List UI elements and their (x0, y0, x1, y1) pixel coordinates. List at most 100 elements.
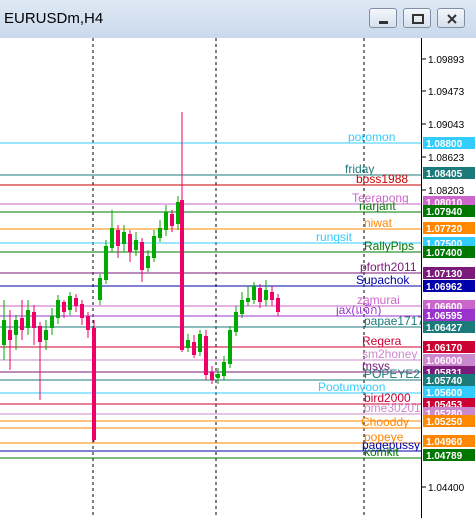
candle (186, 334, 190, 352)
svg-text:1.04789: 1.04789 (426, 451, 463, 462)
price-label-box: 1.05740 (423, 374, 475, 387)
candlestick-chart[interactable]: poromonfridayboss1988Teerapongnarjantniw… (0, 38, 428, 518)
chart-window: EURUSDm,H4 poromon friday boss1988 Teerapon… (0, 0, 476, 518)
price-label-box: 1.07400 (423, 246, 475, 259)
candle (204, 330, 208, 380)
candle (98, 274, 102, 305)
candle (258, 284, 262, 308)
svg-text:1.05740: 1.05740 (426, 376, 463, 387)
candle (56, 295, 60, 324)
candle (38, 322, 42, 400)
svg-text:1.07130: 1.07130 (426, 269, 463, 280)
axis-tick-label: 1.08203 (428, 186, 465, 197)
svg-text:1.06170: 1.06170 (426, 343, 463, 354)
svg-text:1.08405: 1.08405 (426, 169, 463, 180)
candle (68, 292, 72, 315)
price-label-box: 1.07720 (423, 222, 475, 235)
level-label: boss1988 (356, 172, 408, 186)
candle (210, 366, 214, 384)
level-label: RallyPips (364, 239, 414, 253)
price-label-box: 1.04789 (423, 449, 475, 462)
candle (152, 230, 156, 262)
level-label: pforth2011 (360, 260, 417, 274)
svg-text:1.06962: 1.06962 (426, 282, 463, 293)
candle (8, 310, 12, 370)
svg-text:1.04960: 1.04960 (426, 437, 463, 448)
svg-text:1.07400: 1.07400 (426, 248, 463, 259)
candle (216, 368, 220, 384)
candle (92, 320, 96, 442)
candle (264, 280, 268, 306)
price-label-box: 1.06962 (423, 280, 475, 293)
candle (50, 308, 54, 335)
close-icon (447, 14, 457, 24)
level-label: rungsit (316, 230, 353, 244)
price-label-box: 1.06000 (423, 354, 475, 367)
candle (228, 326, 232, 368)
candle (62, 300, 66, 318)
restore-icon (412, 14, 424, 24)
svg-text:1.05250: 1.05250 (426, 417, 463, 428)
candle (44, 320, 48, 350)
price-label-box: 1.05600 (423, 386, 475, 399)
svg-text:1.08800: 1.08800 (426, 139, 463, 150)
candle (192, 335, 196, 358)
candle (198, 330, 202, 356)
price-label-box: 1.06595 (423, 309, 475, 322)
chart-plot-area[interactable]: poromon friday boss1988 Teerapong narjant niw… (0, 38, 428, 518)
level-label: papae1717 (364, 314, 421, 328)
minimize-icon (379, 21, 388, 24)
svg-text:1.06427: 1.06427 (426, 323, 463, 334)
price-label-box: 1.06427 (423, 321, 475, 334)
price-label-box: 1.08405 (423, 167, 475, 180)
candle (128, 230, 132, 262)
price-label-box: 1.06170 (423, 341, 475, 354)
svg-text:1.06000: 1.06000 (426, 356, 463, 367)
level-label: komkit (364, 445, 399, 459)
candle (276, 294, 280, 316)
candle (26, 300, 30, 335)
level-label: poromon (348, 130, 395, 144)
close-button[interactable] (437, 8, 465, 28)
level-label: narjant (359, 199, 396, 213)
axis-tick-label: 1.08623 (428, 153, 465, 164)
candle (2, 300, 6, 360)
candle (240, 292, 244, 318)
level-label: Supachok (356, 273, 410, 287)
svg-text:1.05600: 1.05600 (426, 388, 463, 399)
level-label: Chooddy (361, 415, 409, 429)
axis-tick-label: 1.09043 (428, 120, 465, 131)
candle (140, 238, 144, 282)
level-label: Regera (362, 334, 402, 348)
candle (158, 220, 162, 242)
candle (180, 112, 184, 352)
axis-tick-label: 1.04400 (428, 483, 465, 494)
title-bar[interactable]: EURUSDm,H4 (0, 0, 476, 39)
level-label: POPEYE27 (364, 367, 421, 381)
level-label: ome302010 (364, 401, 421, 415)
candle (110, 210, 114, 252)
price-label-box: 1.07130 (423, 267, 475, 280)
minimize-button[interactable] (369, 8, 397, 28)
price-label-box: 1.07940 (423, 205, 475, 218)
candle (14, 315, 18, 350)
candle (74, 294, 78, 312)
price-axis-scale: 1.09893 1.09473 1.09043 1.08623 1.08203 1.044… (422, 55, 475, 494)
candle (80, 300, 84, 325)
svg-text:1.07940: 1.07940 (426, 207, 463, 218)
price-label-box: 1.04960 (423, 435, 475, 448)
candle (234, 306, 238, 336)
price-axis[interactable]: 1.09893 1.09473 1.09043 1.08623 1.08203 1.044… (421, 38, 476, 518)
axis-tick-label: 1.09473 (428, 87, 465, 98)
level-label: niwat (364, 216, 393, 230)
candle (116, 225, 120, 258)
svg-text:1.06595: 1.06595 (426, 311, 463, 322)
maximize-button[interactable] (403, 8, 431, 28)
candle (164, 205, 168, 236)
candle (246, 286, 250, 306)
window-title: EURUSDm,H4 (4, 10, 104, 27)
candle (146, 250, 150, 272)
price-label-box: 1.05250 (423, 415, 475, 428)
candle (270, 286, 274, 306)
candle (104, 240, 108, 284)
